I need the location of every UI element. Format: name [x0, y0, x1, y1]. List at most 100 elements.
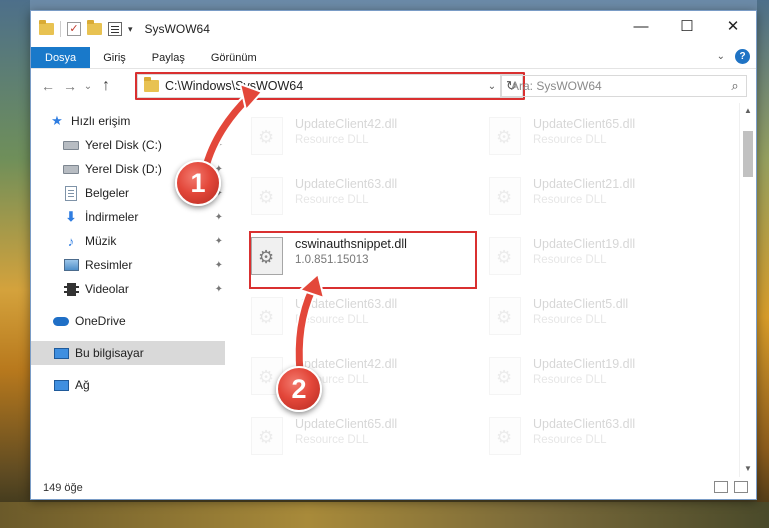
quick-access-toolbar: ✓ ▾ — [31, 20, 133, 37]
window-controls: — ☐ ✕ — [618, 11, 756, 41]
sidebar-item-onedrive[interactable]: OneDrive — [31, 309, 225, 333]
toolbar-dropdown-icon[interactable]: ▾ — [128, 24, 133, 35]
file-description: Resource DLL — [533, 194, 607, 206]
list-item-cswinauthsnippet[interactable]: cswinauthsnippet.dll 1.0.851.15013 — [251, 231, 481, 281]
dll-file-icon — [489, 177, 521, 215]
address-folder-icon — [144, 77, 159, 92]
file-name: UpdateClient5.dll — [533, 297, 629, 311]
pin-icon[interactable]: ✦ — [215, 140, 223, 151]
list-item[interactable]: UpdateClient63.dll Resource DLL — [251, 291, 481, 341]
minimize-button[interactable]: — — [618, 11, 664, 41]
tab-view[interactable]: Görünüm — [198, 47, 270, 68]
sidebar-item-label: Yerel Disk (C:) — [85, 138, 162, 152]
main-panes: ★ Hızlı erişim Yerel Disk (C:) ✦ Yerel D… — [31, 103, 756, 477]
pin-icon[interactable]: ✦ — [215, 236, 223, 247]
sidebar-item-pictures[interactable]: Resimler ✦ — [31, 253, 225, 277]
recent-locations-button[interactable]: ⌄ — [81, 81, 95, 92]
list-item[interactable]: UpdateClient65.dll Resource DLL — [489, 111, 719, 161]
pin-icon[interactable]: ✦ — [215, 260, 223, 271]
sidebar-item-music[interactable]: ♪ Müzik ✦ — [31, 229, 225, 253]
file-name: UpdateClient63.dll — [295, 177, 398, 191]
videos-icon — [63, 281, 79, 297]
file-name: UpdateClient65.dll — [295, 417, 398, 431]
file-name: cswinauthsnippet.dll — [295, 237, 407, 251]
pictures-icon — [63, 257, 79, 273]
sidebar-item-videos[interactable]: Videolar ✦ — [31, 277, 225, 301]
details-view-icon[interactable] — [714, 481, 728, 493]
close-button[interactable]: ✕ — [710, 11, 756, 41]
ribbon-tabs: Dosya Giriş Paylaş Görünüm ⌄ ? — [31, 47, 756, 69]
file-name: UpdateClient65.dll — [533, 117, 636, 131]
sidebar-item-label: Belgeler — [85, 186, 130, 200]
pin-icon[interactable]: ✦ — [215, 212, 223, 223]
vertical-scrollbar[interactable]: ▲ ▼ — [739, 103, 756, 477]
help-icon[interactable]: ? — [735, 49, 750, 64]
file-description: Resource DLL — [295, 134, 369, 146]
music-icon: ♪ — [67, 233, 75, 249]
sidebar-item-disk-c[interactable]: Yerel Disk (C:) ✦ — [31, 133, 225, 157]
sidebar-item-label: Yerel Disk (D:) — [85, 162, 162, 176]
list-item[interactable]: UpdateClient42.dll Resource DLL — [251, 111, 481, 161]
file-name: UpdateClient21.dll — [533, 177, 636, 191]
search-input[interactable]: Ara: SysWOW64 — [511, 79, 724, 93]
list-item[interactable]: UpdateClient5.dll Resource DLL — [489, 291, 719, 341]
sidebar-item-label: İndirmeler — [85, 210, 139, 224]
desktop-wallpaper-right — [757, 0, 769, 528]
this-pc-icon — [53, 345, 69, 361]
sidebar-item-this-pc[interactable]: Bu bilgisayar — [31, 341, 225, 365]
dll-file-icon — [489, 297, 521, 335]
list-item[interactable]: UpdateClient63.dll Resource DLL — [251, 171, 481, 221]
window-title: SysWOW64 — [144, 22, 210, 36]
list-item[interactable]: UpdateClient19.dll Resource DLL — [489, 351, 719, 401]
search-box[interactable]: Ara: SysWOW64 ⌕ — [501, 75, 747, 97]
list-item[interactable]: UpdateClient19.dll Resource DLL — [489, 231, 719, 281]
file-name: UpdateClient63.dll — [295, 297, 398, 311]
maximize-button[interactable]: ☐ — [664, 11, 710, 41]
file-description: Resource DLL — [295, 314, 369, 326]
forward-button[interactable]: → — [59, 78, 81, 94]
list-item[interactable]: UpdateClient63.dll Resource DLL — [489, 411, 719, 461]
back-button[interactable]: ← — [37, 78, 59, 94]
drive-icon — [63, 137, 79, 153]
properties-check-icon[interactable]: ✓ — [67, 22, 81, 36]
sidebar-item-label: Videolar — [85, 282, 129, 296]
up-button[interactable]: ↑ — [95, 77, 117, 95]
address-dropdown-icon[interactable]: ⌄ — [484, 81, 500, 92]
dll-file-icon — [489, 357, 521, 395]
sidebar-item-downloads[interactable]: ⬇ İndirmeler ✦ — [31, 205, 225, 229]
folder-icon — [39, 20, 54, 35]
list-item[interactable]: UpdateClient65.dll Resource DLL — [251, 411, 481, 461]
tab-file[interactable]: Dosya — [31, 47, 91, 68]
dll-file-icon — [489, 237, 521, 275]
callout-badge-1: 1 — [175, 160, 221, 206]
sidebar-item-label: Ağ — [75, 378, 90, 392]
sidebar-item-quick-access[interactable]: ★ Hızlı erişim — [31, 109, 225, 133]
documents-icon — [63, 185, 79, 201]
address-path[interactable]: C:\Windows\SysWOW64 — [165, 79, 484, 93]
drive-icon — [63, 161, 79, 177]
scroll-down-icon[interactable]: ▼ — [740, 461, 756, 477]
view-buttons — [714, 481, 748, 493]
sidebar-item-label: Resimler — [85, 258, 133, 272]
tab-share[interactable]: Paylaş — [139, 47, 198, 68]
search-icon[interactable]: ⌕ — [724, 78, 746, 94]
scrollbar-thumb[interactable] — [743, 131, 753, 177]
sidebar-item-network[interactable]: Ağ — [31, 373, 225, 397]
ribbon-right-controls: ⌄ ? — [717, 49, 750, 64]
expand-ribbon-icon[interactable]: ⌄ — [717, 51, 725, 62]
list-item[interactable]: UpdateClient21.dll Resource DLL — [489, 171, 719, 221]
large-icons-view-icon[interactable] — [734, 481, 748, 493]
pin-icon[interactable]: ✦ — [215, 284, 223, 295]
navigation-bar: ← → ⌄ ↑ C:\Windows\SysWOW64 ⌄ ↻ Ara: Sys… — [31, 69, 756, 103]
desktop-wallpaper-left — [0, 0, 30, 528]
address-bar[interactable]: C:\Windows\SysWOW64 ⌄ ↻ — [137, 74, 523, 98]
star-icon: ★ — [51, 113, 63, 128]
new-folder-icon[interactable] — [87, 20, 102, 35]
tab-home[interactable]: Giriş — [90, 47, 139, 68]
callout-badge-2: 2 — [276, 366, 322, 412]
file-name: UpdateClient63.dll — [533, 417, 636, 431]
file-description: Resource DLL — [295, 434, 369, 446]
scroll-up-icon[interactable]: ▲ — [740, 103, 756, 119]
dll-file-icon — [251, 237, 283, 275]
customize-toolbar-icon[interactable] — [108, 22, 122, 36]
